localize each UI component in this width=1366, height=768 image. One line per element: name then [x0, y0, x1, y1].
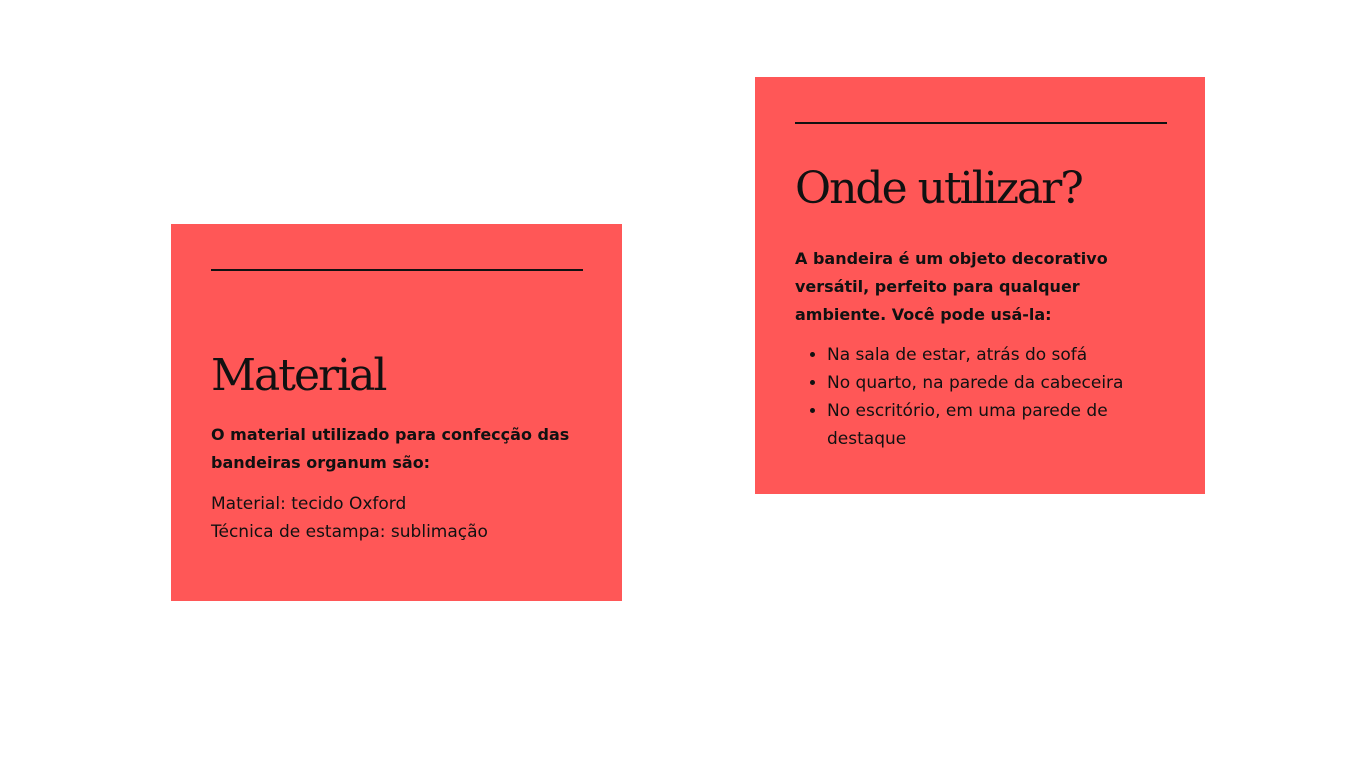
usage-divider — [795, 122, 1167, 124]
usage-list: Na sala de estar, atrás do sofá No quart… — [795, 341, 1167, 453]
material-divider — [211, 269, 583, 271]
usage-lead: A bandeira é um objeto decorativo versát… — [795, 249, 1108, 324]
material-detail-fabric: Material: tecido Oxford — [211, 494, 407, 514]
usage-list-item-living-room: Na sala de estar, atrás do sofá — [827, 341, 1167, 369]
usage-card: Onde utilizar? A bandeira é um objeto de… — [755, 77, 1205, 494]
usage-list-item-bedroom: No quarto, na parede da cabeceira — [827, 369, 1167, 397]
material-lead: O material utilizado para confecção das … — [211, 425, 570, 472]
material-title: Material — [211, 350, 387, 401]
material-detail-print-technique: Técnica de estampa: sublimação — [211, 522, 488, 542]
material-card: Material O material utilizado para confe… — [171, 224, 622, 601]
usage-list-item-office: No escritório, em uma parede de destaque — [827, 397, 1167, 453]
material-details: Material: tecido Oxford Técnica de estam… — [211, 490, 488, 546]
usage-title: Onde utilizar? — [795, 163, 1084, 214]
